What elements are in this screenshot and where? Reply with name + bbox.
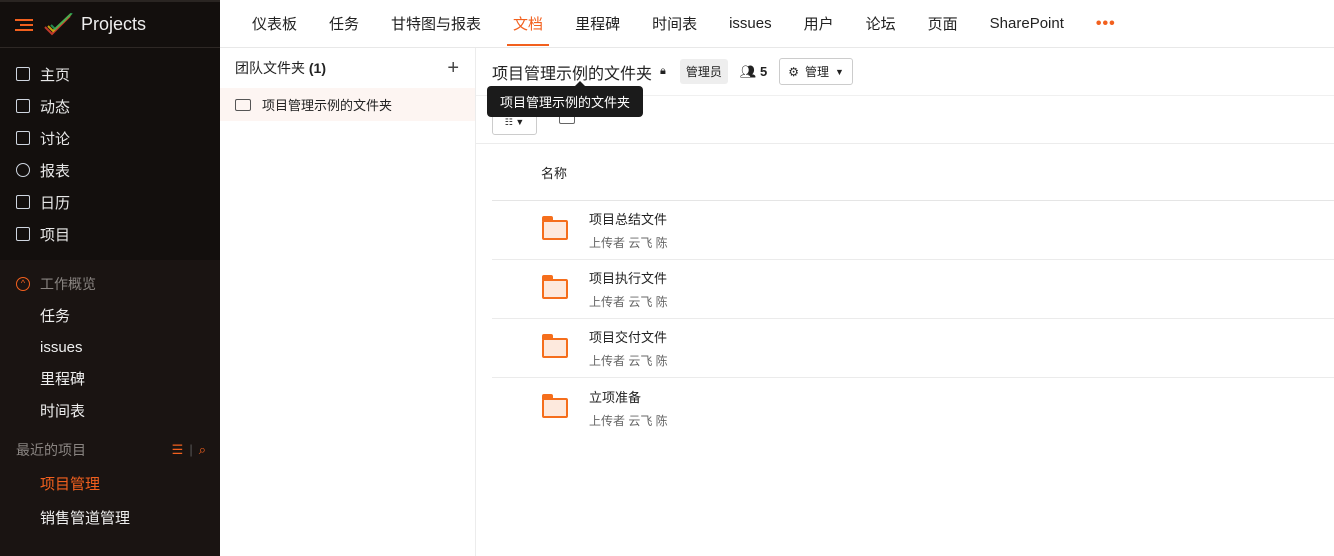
label: 动态	[40, 98, 71, 116]
members-count[interactable]: 👥︎ 5	[740, 64, 767, 80]
feed-icon	[16, 99, 30, 113]
tab-users[interactable]: 用户	[804, 0, 834, 48]
folder-name[interactable]: 立项准备	[589, 387, 668, 406]
briefcase-icon	[16, 227, 30, 241]
table-row[interactable]: 项目交付文件上传者 云飞 陈	[492, 319, 1334, 378]
tooltip: 项目管理示例的文件夹	[487, 81, 644, 117]
tab-documents[interactable]: 文档	[507, 0, 550, 48]
column-header-name[interactable]: 名称	[492, 144, 1334, 201]
lock-icon: 🔒︎	[660, 65, 666, 77]
manage-dropdown[interactable]: ⚙ 管理 ▼	[779, 58, 853, 85]
tab-sharepoint[interactable]: SharePoint	[990, 0, 1064, 48]
team-folders-label: 团队文件夹	[235, 60, 305, 76]
recent-projects-header: 最近的项目 ☰ | ⌕	[16, 442, 206, 458]
role-badge: 管理员	[679, 59, 728, 84]
sidebar-item-discussion[interactable]: 讨论	[0, 122, 220, 154]
search-icon[interactable]: ⌕	[199, 442, 206, 458]
label: 日历	[40, 194, 71, 212]
label: 讨论	[40, 130, 71, 148]
uploader: 上传者 云飞 陈	[589, 236, 668, 250]
add-folder-button[interactable]: +	[447, 57, 459, 80]
top-nav: 仪表板 任务 甘特图与报表 文档 里程碑 时间表 issues 用户 论坛 页面…	[220, 0, 1334, 48]
sidebar-item-reports[interactable]: 报表	[0, 154, 220, 186]
folder-name[interactable]: 项目交付文件	[589, 327, 668, 346]
tab-tasks[interactable]: 任务	[329, 0, 359, 48]
label: 报表	[40, 162, 71, 180]
sidebar-item-home[interactable]: 主页	[0, 58, 220, 90]
users-icon: 👥︎	[739, 63, 757, 79]
folder-item[interactable]: 项目管理示例的文件夹	[220, 88, 475, 121]
folder-icon	[541, 216, 568, 240]
tab-pages[interactable]: 页面	[928, 0, 958, 48]
filter-icon[interactable]: ☰	[172, 442, 184, 458]
uploader: 上传者 云飞 陈	[589, 295, 668, 309]
tab-timesheet[interactable]: 时间表	[652, 0, 697, 48]
work-overview-toggle[interactable]: ^ 工作概览	[0, 268, 220, 300]
label: 项目	[40, 226, 71, 244]
folder-label: 项目管理示例的文件夹	[262, 98, 393, 113]
tab-dashboard[interactable]: 仪表板	[252, 0, 297, 48]
discussion-icon	[16, 131, 30, 145]
tab-forums[interactable]: 论坛	[866, 0, 896, 48]
table-row[interactable]: 项目执行文件上传者 云飞 陈	[492, 260, 1334, 319]
sidebar-item-milestones[interactable]: 里程碑	[0, 363, 220, 395]
sidebar-item-feed[interactable]: 动态	[0, 90, 220, 122]
uploader: 上传者 云飞 陈	[589, 413, 668, 428]
table-row[interactable]: 立项准备上传者 云飞 陈	[492, 378, 1334, 437]
label: 主页	[40, 66, 71, 84]
sidebar-item-timesheet[interactable]: 时间表	[0, 395, 220, 427]
folder-panel: 团队文件夹 (1) + 项目管理示例的文件夹	[220, 48, 476, 556]
section-label: 最近的项目	[16, 442, 86, 458]
reports-icon	[16, 163, 30, 177]
chevron-up-icon: ^	[16, 277, 30, 291]
section-label: 工作概览	[40, 276, 96, 292]
logo-icon	[44, 12, 73, 35]
manage-label: 管理	[805, 65, 830, 79]
main-content: 项目管理示例的文件夹 🔒︎ 管理员 👥︎ 5 ⚙ 管理 ▼ 项目管理示例的文件夹 ☷…	[476, 48, 1334, 556]
folder-title: 项目管理示例的文件夹	[492, 65, 653, 83]
team-folder-icon	[235, 98, 251, 111]
app-title: Projects	[81, 14, 147, 34]
gear-icon: ⚙	[788, 64, 800, 79]
members-value: 5	[760, 63, 768, 79]
sidebar-item-tasks[interactable]: 任务	[0, 300, 220, 332]
table-row[interactable]: 项目总结文件上传者 云飞 陈	[492, 201, 1334, 260]
sidebar-item-calendar[interactable]: 日历	[0, 186, 220, 218]
more-tabs-button[interactable]: •••	[1096, 0, 1116, 48]
sidebar: Projects 主页 动态 讨论 报表 日历 项目 ^ 工作概览 任务 issu…	[0, 0, 220, 556]
sidebar-item-issues[interactable]: issues	[0, 332, 220, 364]
tab-issues[interactable]: issues	[729, 0, 772, 48]
recent-project-item[interactable]: 项目管理	[0, 466, 220, 500]
brand-header: Projects	[0, 0, 220, 48]
folder-name[interactable]: 项目总结文件	[589, 209, 668, 228]
calendar-icon	[16, 195, 30, 209]
folder-icon	[541, 275, 568, 299]
tab-milestones[interactable]: 里程碑	[575, 0, 620, 48]
folder-icon	[541, 393, 568, 418]
home-icon	[16, 67, 30, 81]
folder-name[interactable]: 项目执行文件	[589, 268, 668, 287]
menu-icon[interactable]	[15, 18, 33, 31]
uploader: 上传者 云飞 陈	[589, 354, 668, 368]
folder-count: (1)	[308, 60, 327, 76]
caret-down-icon: ▼	[835, 66, 844, 77]
folder-icon	[541, 334, 568, 358]
panel-title: 团队文件夹 (1)	[235, 58, 326, 78]
sidebar-item-projects[interactable]: 项目	[0, 218, 220, 250]
recent-project-item[interactable]: 销售管道管理	[0, 500, 220, 534]
tab-gantt[interactable]: 甘特图与报表	[391, 0, 481, 48]
